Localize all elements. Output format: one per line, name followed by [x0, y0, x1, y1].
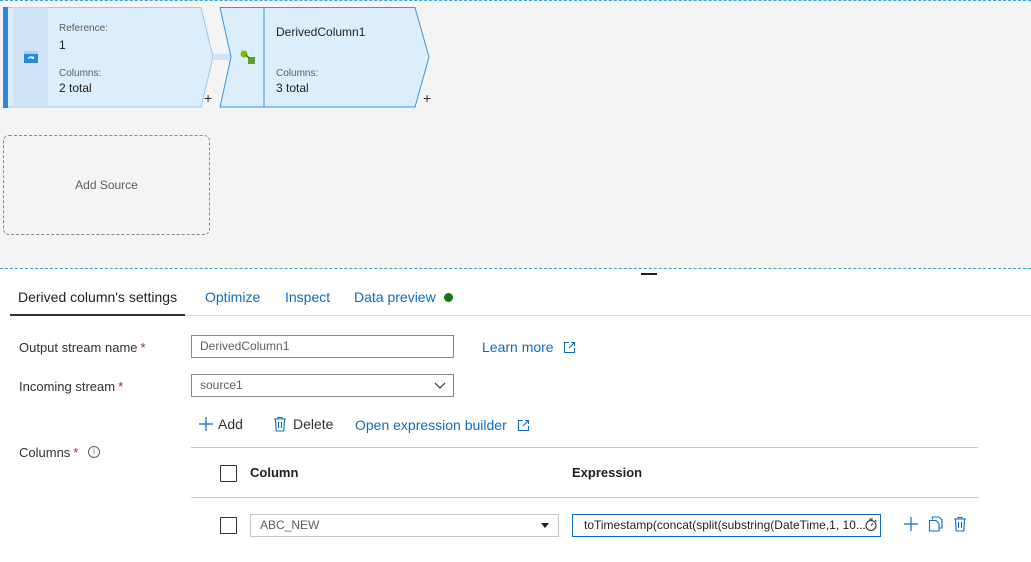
copy-row-icon[interactable]	[928, 516, 944, 532]
output-stream-label: Output stream name *	[19, 340, 146, 355]
source-columns-value: 2 total	[59, 81, 92, 95]
chevron-down-icon	[434, 382, 446, 389]
delete-label: Delete	[293, 416, 334, 432]
delete-row-icon[interactable]	[953, 516, 967, 532]
derived-column-node[interactable]: DerivedColumn1 Columns: 3 total +	[219, 7, 433, 108]
external-link-icon	[564, 341, 576, 354]
source-node[interactable]: Reference: 1 Columns: 2 total +	[3, 7, 215, 108]
panel-resize-handle[interactable]	[641, 273, 657, 275]
output-stream-input[interactable]: DerivedColumn1	[191, 335, 454, 358]
columns-label: Columns * i	[19, 445, 100, 460]
source-reference-value: 1	[59, 38, 66, 52]
add-column-button[interactable]: Add	[198, 416, 243, 432]
delete-column-button[interactable]: Delete	[273, 416, 333, 432]
required-asterisk: *	[73, 445, 79, 460]
settings-tabs: Derived column's settings Optimize Inspe…	[10, 283, 1031, 316]
open-builder-label: Open expression builder	[355, 417, 507, 433]
source-reference-label: Reference:	[59, 23, 108, 34]
incoming-stream-value: source1	[200, 378, 243, 392]
open-expression-builder-link[interactable]: Open expression builder	[355, 417, 530, 433]
external-link-icon	[517, 419, 529, 432]
tab-label: Derived column's settings	[18, 289, 178, 305]
source-columns-label: Columns:	[59, 68, 102, 79]
tab-optimize[interactable]: Optimize	[205, 283, 260, 314]
required-asterisk: *	[140, 340, 146, 355]
expression-header: Expression	[572, 465, 643, 480]
select-all-checkbox[interactable]	[220, 465, 237, 482]
add-source-button[interactable]: Add Source	[3, 135, 210, 235]
tab-inspect[interactable]: Inspect	[285, 283, 330, 314]
required-asterisk: *	[118, 379, 124, 394]
table-top-divider	[191, 447, 978, 448]
status-ok-dot	[443, 293, 453, 302]
expression-value: toTimestamp(concat(split(substring(DateT…	[584, 518, 866, 532]
add-source-label: Add Source	[75, 178, 138, 192]
add-row-icon[interactable]	[903, 516, 919, 532]
column-header: Column	[250, 465, 299, 480]
incoming-stream-dropdown[interactable]: source1	[191, 374, 454, 397]
row-checkbox[interactable]	[220, 517, 237, 534]
tab-derived-column-settings[interactable]: Derived column's settings	[10, 283, 186, 316]
derived-add-transform-button[interactable]: +	[423, 91, 431, 105]
derived-columns-value: 3 total	[276, 81, 309, 95]
tab-label: Optimize	[205, 289, 261, 305]
add-label: Add	[218, 416, 243, 432]
learn-more-label: Learn more	[482, 339, 554, 355]
output-stream-value: DerivedColumn1	[200, 339, 290, 353]
tab-label: Inspect	[285, 289, 331, 305]
trash-icon	[274, 416, 286, 432]
source-icon	[13, 7, 48, 107]
column-name-value: ABC_NEW	[260, 518, 320, 532]
dataflow-canvas[interactable]: Reference: 1 Columns: 2 total + DerivedC…	[0, 0, 1031, 269]
table-header-divider	[191, 497, 978, 498]
plus-icon	[199, 417, 213, 431]
derived-column-icon	[231, 7, 264, 107]
derived-node-title: DerivedColumn1	[276, 25, 366, 39]
learn-more-link[interactable]: Learn more	[482, 339, 576, 355]
column-name-dropdown[interactable]: ABC_NEW	[250, 514, 559, 537]
expression-input[interactable]: toTimestamp(concat(split(substring(DateT…	[572, 514, 881, 537]
derived-columns-label: Columns:	[276, 68, 319, 79]
incoming-stream-label: Incoming stream *	[19, 379, 124, 394]
info-icon[interactable]: i	[87, 446, 100, 458]
source-add-transform-button[interactable]: +	[204, 91, 212, 105]
tab-label: Data preview	[354, 289, 436, 305]
expression-builder-icon[interactable]	[864, 517, 879, 532]
caret-down-icon	[541, 523, 549, 528]
tab-data-preview[interactable]: Data preview	[354, 283, 453, 314]
